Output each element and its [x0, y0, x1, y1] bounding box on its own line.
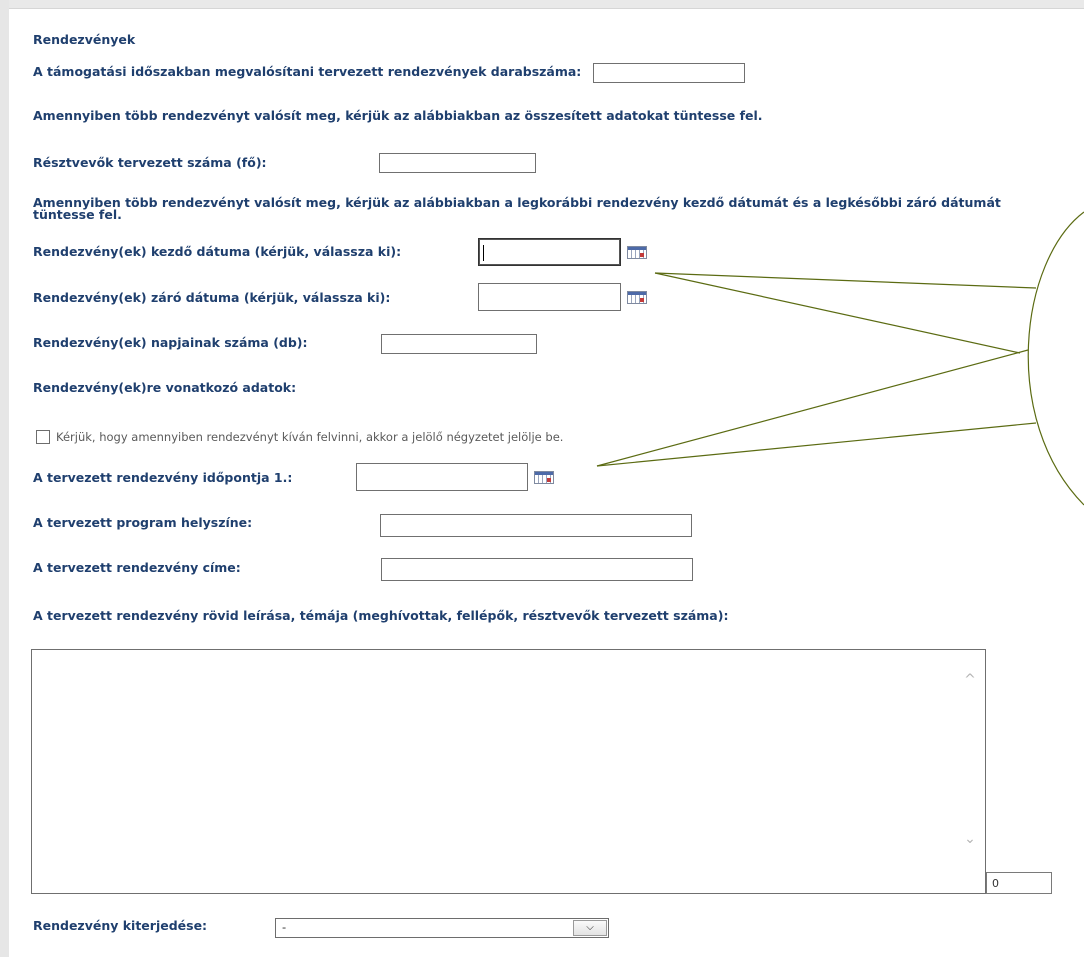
- callout-arc: [1027, 211, 1084, 506]
- char-counter: 0: [986, 872, 1052, 894]
- venue-input[interactable]: [380, 514, 692, 537]
- start-date-label: Rendezvény(ek) kezdő dátuma (kérjük, vál…: [33, 244, 402, 259]
- aggregate-note: Amennyiben több rendezvényt valósít meg,…: [33, 108, 763, 123]
- callout-line: [654, 272, 1037, 289]
- scroll-down-icon[interactable]: ⌄: [960, 831, 980, 847]
- description-label: A tervezett rendezvény rövid leírása, té…: [33, 608, 729, 623]
- dates-note: Amennyiben több rendezvényt valósít meg,…: [33, 195, 1001, 222]
- venue-label: A tervezett program helyszíne:: [33, 515, 253, 530]
- days-input[interactable]: [381, 334, 537, 354]
- description-textarea[interactable]: ^ ⌄: [31, 649, 986, 894]
- text-cursor: [483, 245, 484, 261]
- end-date-label: Rendezvény(ek) záró dátuma (kérjük, vála…: [33, 290, 391, 305]
- event-title-label: A tervezett rendezvény címe:: [33, 560, 241, 575]
- left-margin-bar: [0, 0, 9, 957]
- calendar-icon[interactable]: [627, 291, 647, 304]
- participants-input[interactable]: [379, 153, 536, 173]
- add-event-checkbox[interactable]: [36, 430, 50, 444]
- callout-line: [654, 272, 1021, 354]
- event-title-input[interactable]: [381, 558, 693, 581]
- calendar-icon[interactable]: [534, 471, 554, 484]
- event-data-label: Rendezvény(ek)re vonatkozó adatok:: [33, 380, 297, 395]
- event-count-input[interactable]: [593, 63, 745, 83]
- scope-select[interactable]: - ⌵: [275, 918, 609, 938]
- chevron-down-icon[interactable]: ⌵: [573, 920, 607, 936]
- section-title: Rendezvények: [33, 32, 136, 47]
- start-date-input[interactable]: [478, 238, 621, 266]
- planned-date-input[interactable]: [356, 463, 528, 491]
- callout-line: [596, 349, 1029, 467]
- planned-date-label: A tervezett rendezvény időpontja 1.:: [33, 470, 293, 485]
- end-date-input[interactable]: [478, 283, 621, 311]
- scope-selected-value: -: [282, 920, 287, 934]
- callout-line: [596, 422, 1037, 467]
- top-bar: [0, 0, 1084, 9]
- checkbox-text: Kérjük, hogy amennyiben rendezvényt kívá…: [56, 430, 564, 444]
- days-label: Rendezvény(ek) napjainak száma (db):: [33, 335, 308, 350]
- scope-label: Rendezvény kiterjedése:: [33, 918, 208, 933]
- calendar-icon[interactable]: [627, 246, 647, 259]
- scroll-up-icon[interactable]: ^: [960, 672, 980, 688]
- participants-label: Résztvevők tervezett száma (fő):: [33, 155, 267, 170]
- event-count-label: A támogatási időszakban megvalósítani te…: [33, 64, 582, 79]
